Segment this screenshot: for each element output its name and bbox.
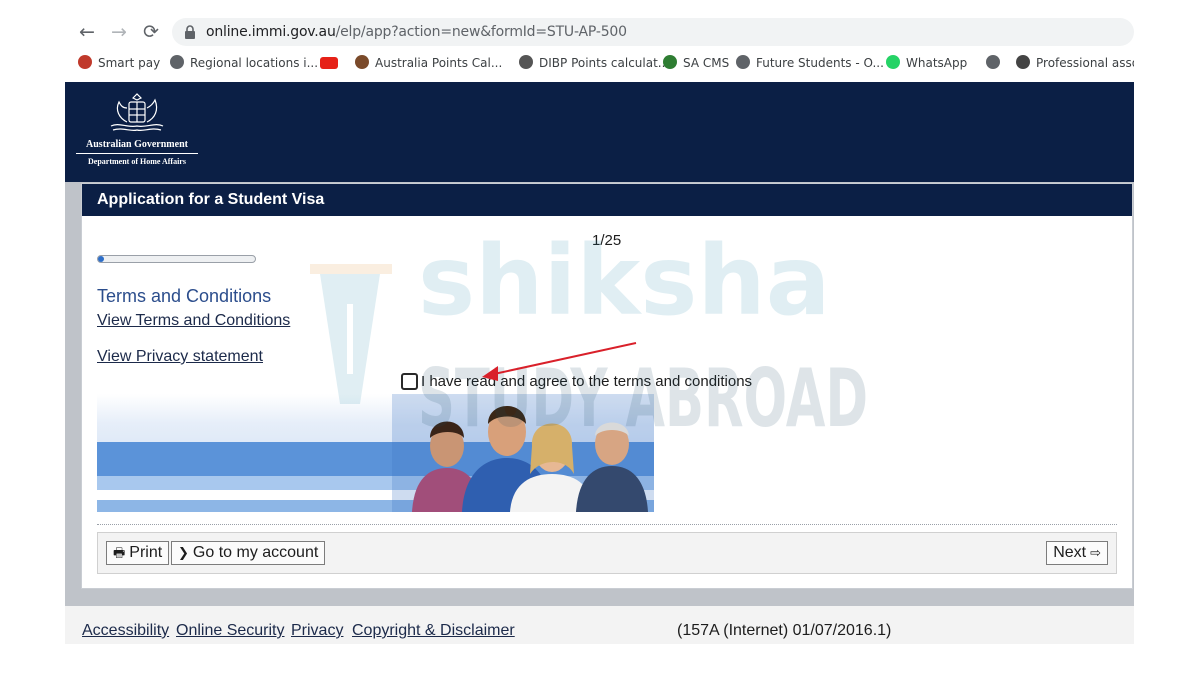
bookmark-item[interactable] [320,52,344,74]
coat-of-arms-icon [110,93,164,132]
url-path: /elp/app?action=new&formId=STU-AP-500 [335,24,627,40]
bookmark-item[interactable]: Regional locations i... [170,52,318,74]
whatsapp-icon [886,55,900,69]
bookmark-label: Future Students - O... [756,56,884,70]
bookmark-item[interactable]: WhatsApp [886,52,967,74]
bookmark-item[interactable]: Smart pay [78,52,160,74]
bookmark-label: WhatsApp [906,56,968,70]
student-banner-image [97,394,654,512]
footer-link-copyright[interactable]: Copyright & Disclaimer [352,622,515,640]
shield-crest-icon [1016,55,1030,69]
bookmark-item[interactable] [986,52,1006,74]
view-privacy-link[interactable]: View Privacy statement [97,348,263,366]
bookmark-label: DIBP Points calculat... [539,56,670,70]
reload-button[interactable]: ⟳ [140,21,162,43]
bookmark-item[interactable]: SA CMS [663,52,729,74]
footer-link-online-security[interactable]: Online Security [176,622,285,640]
actions-divider [97,524,1117,525]
chevron-right-icon: ❯ [178,546,189,561]
bookmark-label: Professional assoc [1036,56,1134,70]
browser-chrome: ← → ⟳ online.immi.gov.au/elp/app?action=… [68,14,1134,78]
print-label: Print [129,544,163,561]
youtube-icon [320,57,338,69]
address-row: ← → ⟳ online.immi.gov.au/elp/app?action=… [68,18,1134,46]
bookmark-item[interactable]: Professional assoc [1016,52,1134,74]
globe-icon [986,55,1000,69]
printer-icon: 🖶 [113,546,126,561]
globe-icon [736,55,750,69]
go-to-account-button[interactable]: ❯ Go to my account [171,541,326,565]
bookmark-label: Regional locations i... [190,56,319,70]
agree-terms-checkbox[interactable] [401,373,418,390]
government-name: Australian Government [76,139,198,154]
action-bar: 🖶 Print ❯ Go to my account Next ⇨ [97,532,1117,574]
students-photo-icon [392,394,654,512]
back-button[interactable]: ← [76,21,98,43]
step-counter: 1/25 [592,232,622,249]
bookmark-item[interactable]: DIBP Points calculat... [519,52,669,74]
footer-link-privacy[interactable]: Privacy [291,622,343,640]
globe-icon [170,55,184,69]
form-panel: Application for a Student Visa 1/25 Term… [81,183,1133,589]
dibp-crest-icon [519,55,533,69]
bookmark-label: Australia Points Cal... [375,56,503,70]
progress-bar [97,255,256,263]
points-calculator-icon [355,55,369,69]
form-title: Application for a Student Visa [97,191,325,208]
bookmark-label: Smart pay [98,56,161,70]
smart-pay-icon [78,55,92,69]
next-label: Next [1053,544,1087,561]
arrow-right-icon: ⇨ [1090,546,1101,561]
progress-fill [98,256,105,262]
footer-version: (157A (Internet) 01/07/2016.1) [677,622,892,639]
next-button[interactable]: Next ⇨ [1046,541,1108,565]
lock-icon [185,25,195,39]
government-header: Australian Government Department of Home… [65,82,1134,182]
footer-link-accessibility[interactable]: Accessibility [82,622,169,640]
print-button[interactable]: 🖶 Print [106,541,170,565]
forward-button[interactable]: → [108,21,130,43]
address-bar[interactable]: online.immi.gov.au/elp/app?action=new&fo… [172,18,1134,46]
form-title-bar: Application for a Student Visa [82,184,1132,216]
bookmark-label: SA CMS [683,56,730,70]
government-wordmark: Australian Government Department of Home… [76,139,198,166]
section-heading: Terms and Conditions [97,286,272,306]
go-to-account-label: Go to my account [192,544,319,561]
bookmark-item[interactable]: Australia Points Cal... [355,52,502,74]
bookmark-item[interactable]: Future Students - O... [736,52,884,74]
page-footer: Accessibility Online Security Privacy Co… [65,606,1134,644]
url-text[interactable]: online.immi.gov.au/elp/app?action=new&fo… [206,24,627,40]
agree-terms-label[interactable]: I have read and agree to the terms and c… [421,373,752,390]
sa-cms-icon [663,55,677,69]
department-name: Department of Home Affairs [88,157,186,166]
url-host: online.immi.gov.au [206,24,336,40]
bookmarks-bar: Smart pay Regional locations i... Australi… [78,52,1134,74]
view-terms-link[interactable]: View Terms and Conditions [97,312,290,330]
